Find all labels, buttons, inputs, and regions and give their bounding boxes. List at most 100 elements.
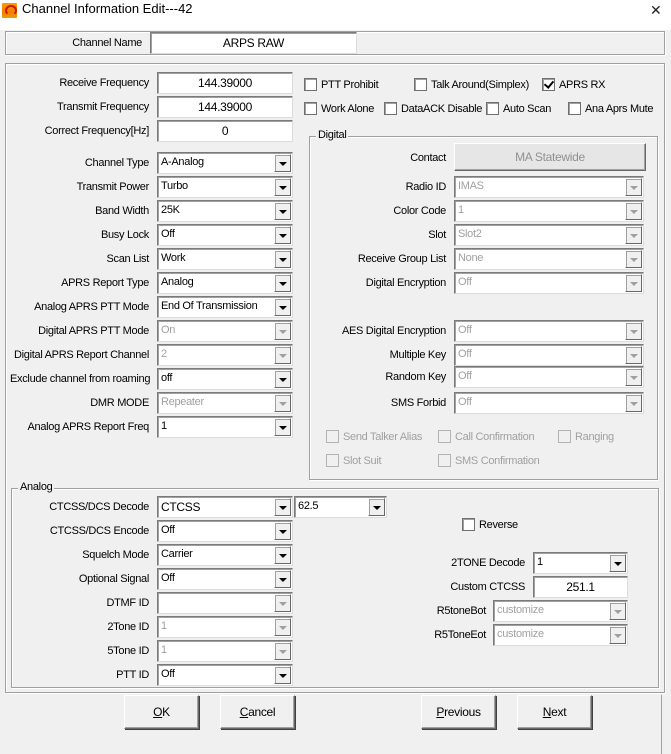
dtmf-id-select[interactable] [157,592,293,614]
chevron-down-icon[interactable] [274,370,291,388]
chevron-down-icon[interactable] [609,554,626,572]
2tone-id-select[interactable]: 1 [157,616,293,638]
digital-aprs-ptt-mode-select[interactable]: On [157,320,293,342]
checkbox-box[interactable] [326,430,339,443]
r5tone-eot-select[interactable]: customize [493,624,628,646]
chevron-down-icon[interactable] [625,250,642,268]
chevron-down-icon[interactable] [274,202,291,220]
5tone-id-select[interactable]: 1 [157,640,293,662]
chevron-down-icon[interactable] [274,618,291,636]
chevron-down-icon[interactable] [274,178,291,196]
ctcss-decode-tone-select[interactable]: 62.5 [294,496,387,518]
ctcss-dcs-encode-select[interactable]: Off [157,520,293,542]
transmit-frequency-input[interactable]: 144.39000 [157,96,293,118]
receive-frequency-input[interactable]: 144.39000 [157,72,293,94]
receive-group-list-select[interactable]: None [454,248,644,270]
transmit-power-select[interactable]: Turbo [157,176,293,198]
checkbox-box[interactable] [414,78,427,91]
digital-aprs-report-channel-select[interactable]: 2 [157,344,293,366]
chevron-down-icon[interactable] [625,346,642,364]
next-button[interactable]: Next [517,695,592,729]
chevron-down-icon[interactable] [274,498,291,516]
chevron-down-icon[interactable] [625,226,642,244]
checkbox-box[interactable] [462,518,475,531]
call-confirmation-checkbox[interactable]: Call Confirmation [438,430,535,443]
color-code-select[interactable]: 1 [454,200,644,222]
talk-around-simplex-checkbox[interactable]: Talk Around(Simplex) [414,78,529,91]
chevron-down-icon[interactable] [274,322,291,340]
ana-aprs-mute-checkbox[interactable]: Ana Aprs Mute [568,102,654,115]
dmr-mode-select[interactable]: Repeater [157,392,293,414]
contact-button[interactable]: MA Statewide [454,143,646,171]
correct-frequency-input[interactable]: 0 [157,120,293,142]
ctcss-decode-select[interactable]: CTCSS [157,496,293,518]
ptt-id-select[interactable]: Off [157,664,293,686]
chevron-down-icon[interactable] [625,322,642,340]
checkbox-box[interactable] [304,102,317,115]
checkbox-box[interactable] [326,454,339,467]
channel-name-input[interactable]: ARPS RAW [150,32,357,54]
chevron-down-icon[interactable] [609,626,626,644]
chevron-down-icon[interactable] [274,546,291,564]
multiple-key-select[interactable]: Off [454,344,644,366]
checkbox-box[interactable] [304,78,317,91]
checkbox-box[interactable] [438,430,451,443]
chevron-down-icon[interactable] [274,418,291,436]
slot-suit-checkbox[interactable]: Slot Suit [326,454,382,467]
chevron-down-icon[interactable] [274,250,291,268]
chevron-down-icon[interactable] [274,346,291,364]
chevron-down-icon[interactable] [274,394,291,412]
chevron-down-icon[interactable] [625,202,642,220]
slot-select[interactable]: Slot2 [454,224,644,246]
chevron-down-icon[interactable] [625,394,642,412]
close-icon[interactable]: ✕ [650,2,662,19]
busy-lock-select[interactable]: Off [157,224,293,246]
band-width-select[interactable]: 25K [157,200,293,222]
radio-id-select[interactable]: IMAS [454,176,644,198]
chevron-down-icon[interactable] [274,666,291,684]
chevron-down-icon[interactable] [625,368,642,386]
chevron-down-icon[interactable] [274,570,291,588]
ptt-prohibit-checkbox[interactable]: PTT Prohibit [304,78,379,91]
work-alone-checkbox[interactable]: Work Alone [304,102,374,115]
chevron-down-icon[interactable] [368,498,385,516]
chevron-down-icon[interactable] [625,178,642,196]
analog-aprs-ptt-mode-select[interactable]: End Of Transmission [157,296,293,318]
checkbox-box[interactable] [558,430,571,443]
checkbox-checked-icon[interactable] [542,78,555,91]
chevron-down-icon[interactable] [274,274,291,292]
cancel-button[interactable]: Cancel [220,695,295,729]
aprs-rx-checkbox[interactable]: APRS RX [542,78,606,91]
sms-confirmation-checkbox[interactable]: SMS Confirmation [438,454,540,467]
chevron-down-icon[interactable] [609,602,626,620]
exclude-channel-from-roaming-select[interactable]: off [157,368,293,390]
aes-digital-encryption-select[interactable]: Off [454,320,644,342]
previous-button[interactable]: Previous [421,695,496,729]
chevron-down-icon[interactable] [274,522,291,540]
scan-list-select[interactable]: Work [157,248,293,270]
checkbox-box[interactable] [384,102,397,115]
optional-signal-select[interactable]: Off [157,568,293,590]
squelch-mode-select[interactable]: Carrier [157,544,293,566]
custom-ctcss-input[interactable]: 251.1 [533,576,628,598]
twotone-decode-select[interactable]: 1 [533,552,628,574]
chevron-down-icon[interactable] [274,154,291,172]
dataack-disable-checkbox[interactable]: DataACK Disable [384,102,482,115]
send-talker-alias-checkbox[interactable]: Send Talker Alias [326,430,422,443]
digital-encryption-select[interactable]: Off [454,272,644,294]
checkbox-box[interactable] [438,454,451,467]
chevron-down-icon[interactable] [274,642,291,660]
auto-scan-checkbox[interactable]: Auto Scan [486,102,551,115]
chevron-down-icon[interactable] [274,298,291,316]
chevron-down-icon[interactable] [625,274,642,292]
ok-button[interactable]: OK [124,695,199,729]
sms-forbid-select[interactable]: Off [454,392,644,414]
chevron-down-icon[interactable] [274,226,291,244]
analog-aprs-report-freq-select[interactable]: 1 [157,416,293,438]
chevron-down-icon[interactable] [274,594,291,612]
reverse-checkbox[interactable]: Reverse [462,518,518,531]
checkbox-box[interactable] [568,102,581,115]
random-key-select[interactable]: Off [454,366,644,388]
r5tone-bot-select[interactable]: customize [493,600,628,622]
checkbox-box[interactable] [486,102,499,115]
